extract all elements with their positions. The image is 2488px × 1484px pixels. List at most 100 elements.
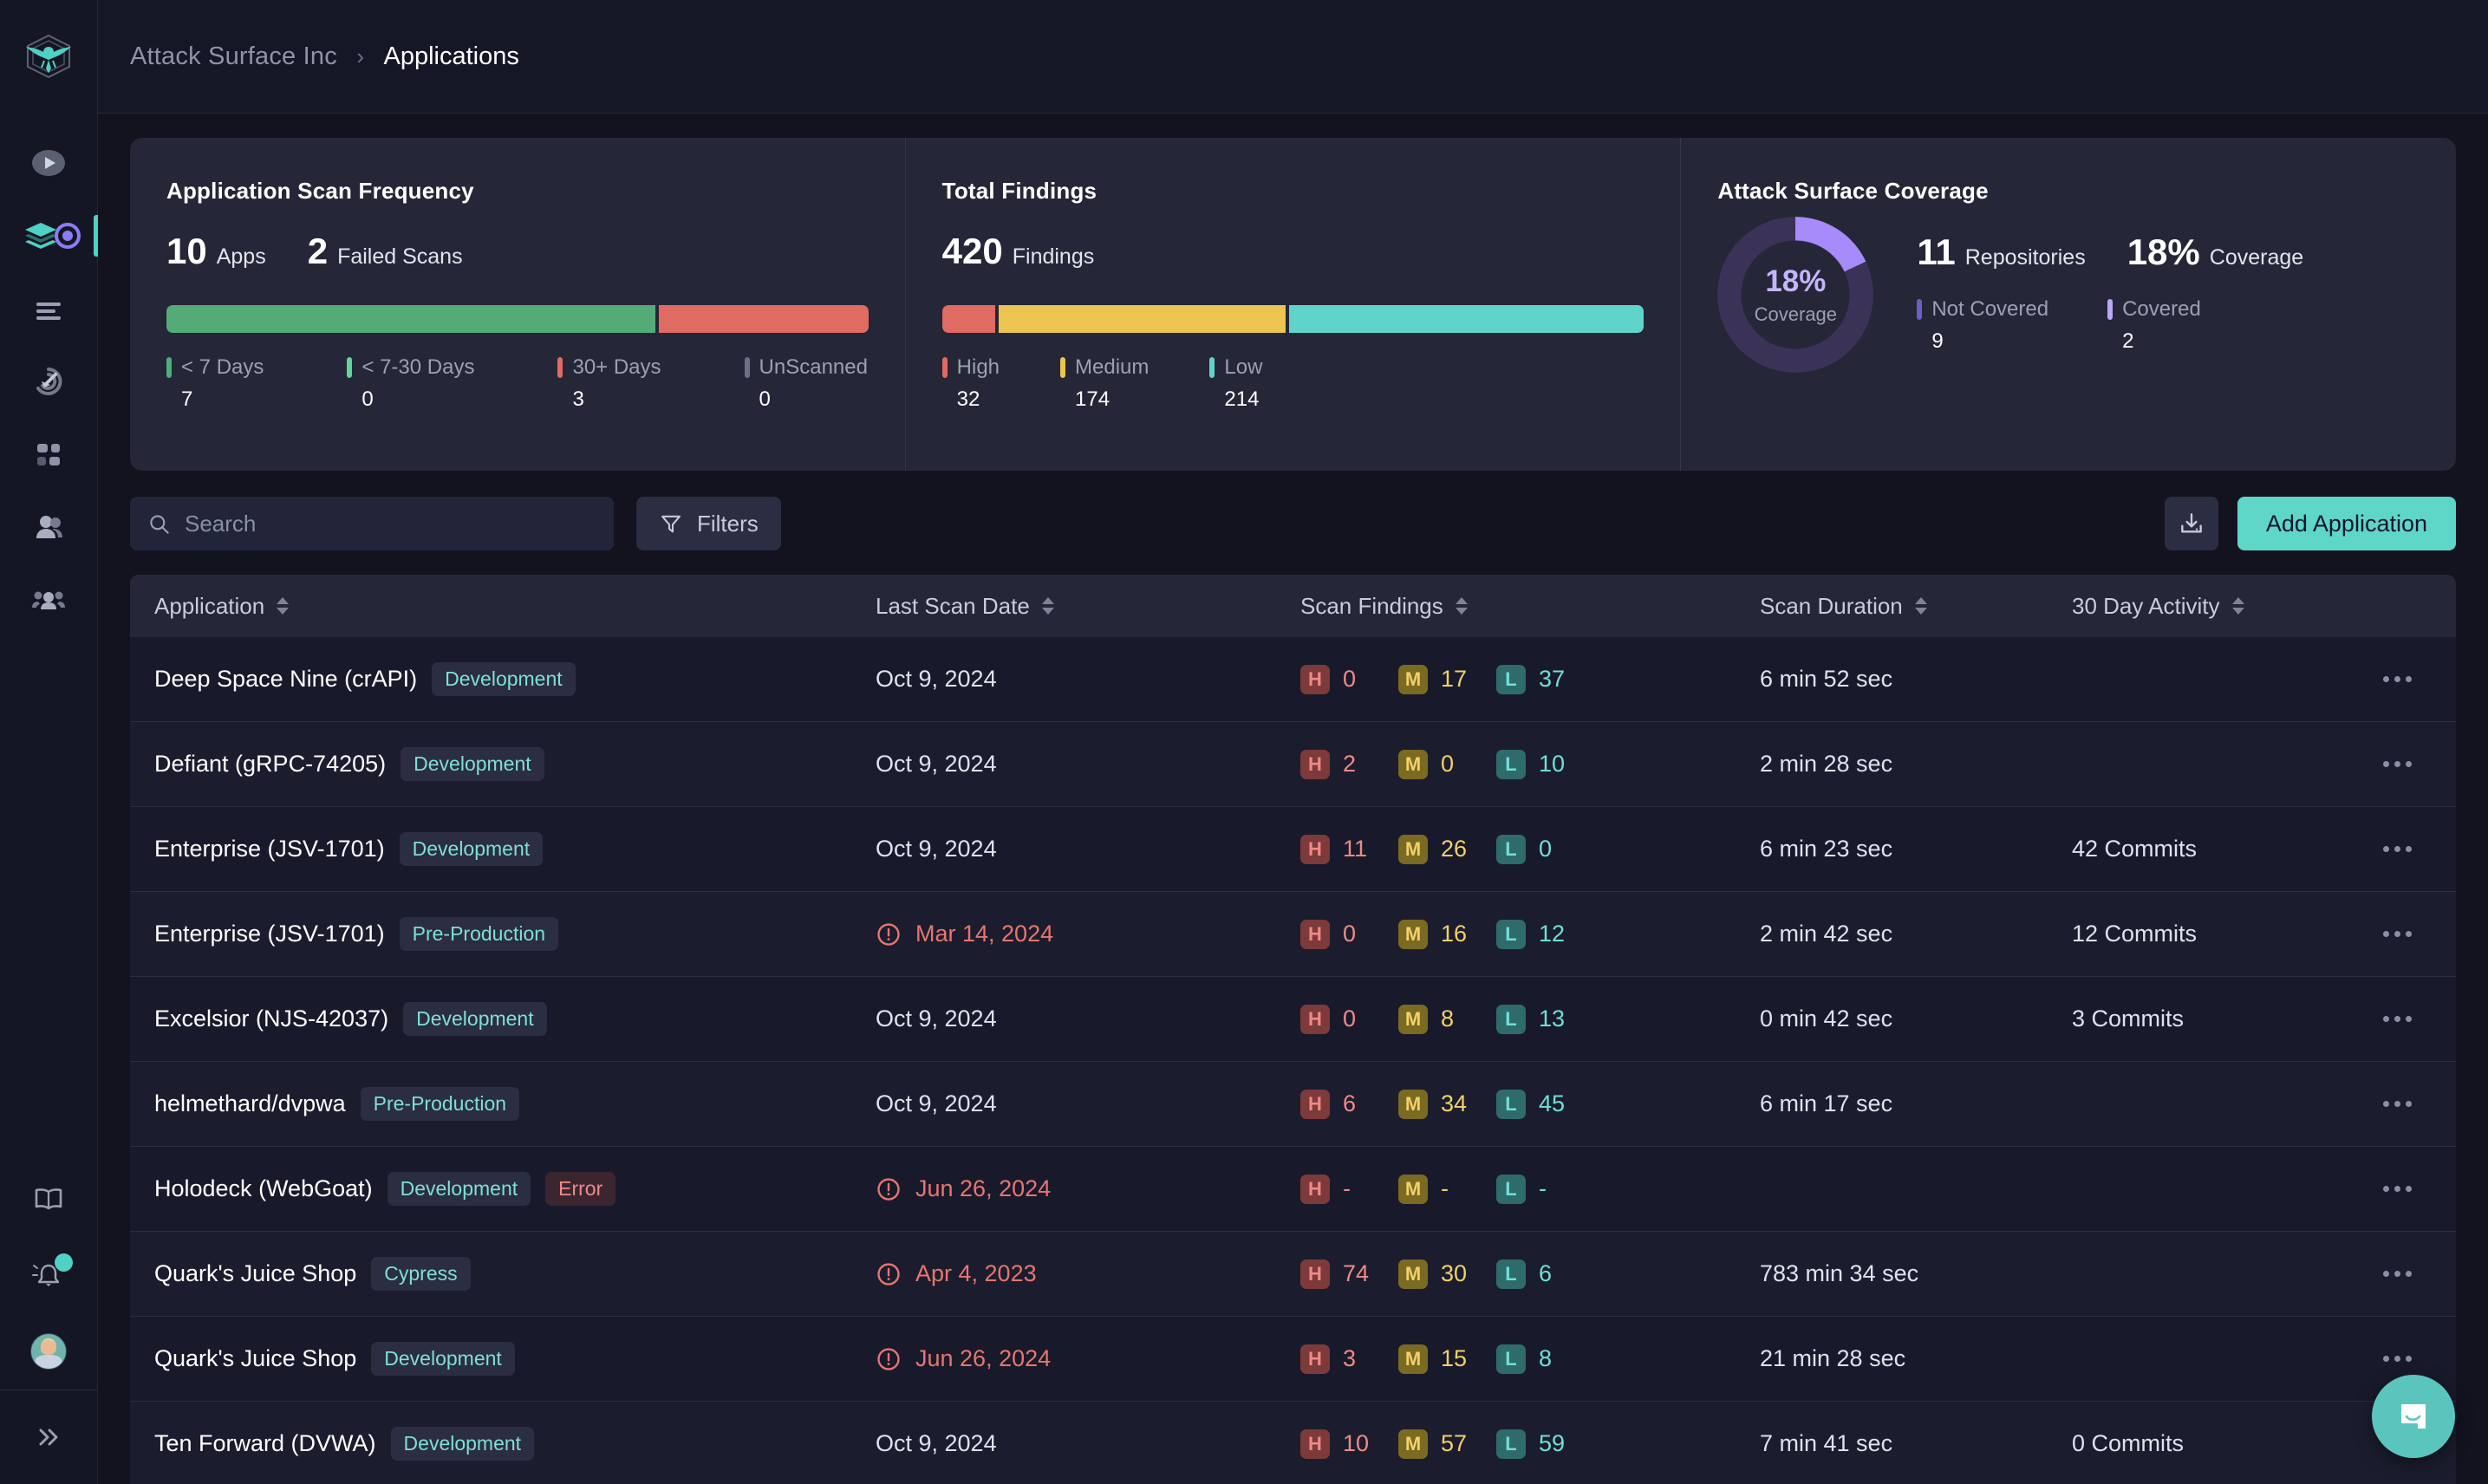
finding-low: L0 (1496, 835, 1594, 864)
table-row[interactable]: Enterprise (JSV-1701)DevelopmentOct 9, 2… (130, 807, 2456, 892)
legend-label: UnScanned (759, 355, 868, 380)
add-application-button[interactable]: Add Application (2237, 497, 2456, 550)
finding-low: L12 (1496, 920, 1594, 949)
legend-color-swatch (745, 357, 750, 378)
finding-count: - (1539, 1175, 1547, 1202)
kpi-value: 420 (942, 231, 1003, 272)
cell-actions (2362, 1090, 2432, 1117)
search-box[interactable] (130, 497, 614, 550)
cell-last-scan-date: Oct 9, 2024 (876, 1006, 1300, 1032)
severity-badge-medium: M (1398, 1344, 1428, 1374)
application-name[interactable]: helmethard/dvpwa (154, 1090, 346, 1117)
cell-last-scan-date: Jun 26, 2024 (876, 1345, 1300, 1372)
column-header-last-scan-date[interactable]: Last Scan Date (876, 593, 1300, 620)
kpi-label: Findings (1013, 244, 1095, 270)
row-menu-button[interactable] (2373, 1090, 2422, 1117)
table-row[interactable]: Excelsior (NJS-42037)DevelopmentOct 9, 2… (130, 977, 2456, 1062)
severity-badge-medium: M (1398, 1429, 1428, 1459)
table-row[interactable]: helmethard/dvpwaPre-ProductionOct 9, 202… (130, 1062, 2456, 1147)
coverage-donut-chart: 18% Coverage (1717, 217, 1873, 373)
sort-icon[interactable] (1456, 597, 1468, 615)
table-row[interactable]: Deep Space Nine (crAPI)DevelopmentOct 9,… (130, 637, 2456, 722)
bar-segment (166, 305, 655, 333)
kpi-row: 11 Repositories 18% Coverage (1917, 231, 2303, 273)
table-row[interactable]: Quark's Juice ShopDevelopmentJun 26, 202… (130, 1317, 2456, 1402)
row-menu-button[interactable] (2373, 921, 2422, 947)
application-name[interactable]: Holodeck (WebGoat) (154, 1175, 373, 1202)
sidebar-item-profile[interactable] (0, 1313, 98, 1390)
application-name[interactable]: Deep Space Nine (crAPI) (154, 666, 417, 693)
sidebar-item-applications[interactable] (0, 199, 98, 272)
sidebar-item-target[interactable] (0, 345, 98, 418)
sort-icon[interactable] (1042, 597, 1054, 615)
bar-segment (659, 305, 869, 333)
play-circle-icon (29, 144, 68, 182)
finding-medium: M30 (1398, 1259, 1496, 1289)
application-name[interactable]: Excelsior (NJS-42037) (154, 1006, 388, 1032)
sidebar-item-docs[interactable] (0, 1161, 98, 1237)
cell-30-day-activity: 12 Commits (2072, 921, 2362, 947)
breadcrumb-root[interactable]: Attack Surface Inc (130, 42, 337, 70)
filters-label: Filters (697, 511, 759, 537)
filters-button[interactable]: Filters (636, 497, 781, 550)
app-logo[interactable] (0, 0, 97, 113)
chat-launcher-button[interactable] (2372, 1375, 2455, 1458)
last-scan-date: Oct 9, 2024 (876, 1090, 1300, 1117)
column-header-scan-findings[interactable]: Scan Findings (1300, 593, 1760, 620)
finding-count: 16 (1441, 921, 1467, 947)
finding-count: 57 (1441, 1430, 1467, 1457)
row-menu-button[interactable] (2373, 666, 2422, 693)
table-row[interactable]: Holodeck (WebGoat)DevelopmentErrorJun 26… (130, 1147, 2456, 1232)
sidebar-item-team[interactable] (0, 563, 98, 636)
alert-circle-icon (876, 1261, 902, 1287)
legend-color-swatch (1060, 357, 1065, 378)
sidebar-item-notifications[interactable] (0, 1237, 98, 1313)
legend-item: UnScanned0 (745, 355, 868, 412)
finding-count: 3 (1343, 1345, 1356, 1372)
table-row[interactable]: Enterprise (JSV-1701)Pre-ProductionMar 1… (130, 892, 2456, 977)
search-input[interactable] (185, 511, 596, 537)
sidebar-item-users[interactable] (0, 491, 98, 563)
column-header-scan-duration[interactable]: Scan Duration (1760, 593, 2072, 620)
row-menu-button[interactable] (2373, 1175, 2422, 1202)
column-header-application[interactable]: Application (154, 593, 876, 620)
download-button[interactable] (2165, 497, 2218, 550)
sort-icon[interactable] (2232, 597, 2244, 615)
column-header-30-day-activity[interactable]: 30 Day Activity (2072, 593, 2362, 620)
severity-badge-medium: M (1398, 920, 1428, 949)
application-name[interactable]: Enterprise (JSV-1701) (154, 836, 385, 862)
application-name[interactable]: Ten Forward (DVWA) (154, 1430, 376, 1457)
sidebar-item-list[interactable] (0, 272, 98, 345)
sidebar-item-grid[interactable] (0, 418, 98, 491)
row-menu-button[interactable] (2373, 1006, 2422, 1032)
sort-icon[interactable] (277, 597, 289, 615)
legend-item: Medium174 (1060, 355, 1149, 412)
cell-scan-duration: 2 min 42 sec (1760, 921, 2072, 947)
application-name[interactable]: Enterprise (JSV-1701) (154, 921, 385, 947)
row-menu-button[interactable] (2373, 751, 2422, 778)
legend-value: 214 (1209, 387, 1262, 412)
application-name[interactable]: Defiant (gRPC-74205) (154, 751, 386, 778)
chat-bubble-icon (2392, 1395, 2435, 1438)
table-row[interactable]: Quark's Juice ShopCypressApr 4, 2023H74M… (130, 1232, 2456, 1317)
sidebar-item-play[interactable] (0, 127, 98, 199)
row-menu-button[interactable] (2373, 836, 2422, 862)
kpi-value: 18% (2127, 231, 2200, 273)
last-scan-date: Oct 9, 2024 (876, 666, 1300, 693)
notification-badge-dot (55, 1253, 73, 1272)
finding-high: H3 (1300, 1344, 1398, 1374)
legend-item: High32 (942, 355, 1000, 412)
legend-value: 3 (557, 387, 661, 412)
cell-scan-duration: 7 min 41 sec (1760, 1430, 2072, 1457)
finding-low: L37 (1496, 665, 1594, 694)
table-row[interactable]: Defiant (gRPC-74205)DevelopmentOct 9, 20… (130, 722, 2456, 807)
row-menu-button[interactable] (2373, 1260, 2422, 1287)
sidebar-expand-button[interactable] (0, 1390, 98, 1484)
table-row[interactable]: Ten Forward (DVWA)DevelopmentOct 9, 2024… (130, 1402, 2456, 1484)
application-name[interactable]: Quark's Juice Shop (154, 1345, 356, 1372)
finding-low: L10 (1496, 750, 1594, 779)
application-name[interactable]: Quark's Juice Shop (154, 1260, 356, 1287)
finding-count: 6 (1343, 1090, 1356, 1117)
row-menu-button[interactable] (2373, 1345, 2422, 1372)
sort-icon[interactable] (1915, 597, 1927, 615)
